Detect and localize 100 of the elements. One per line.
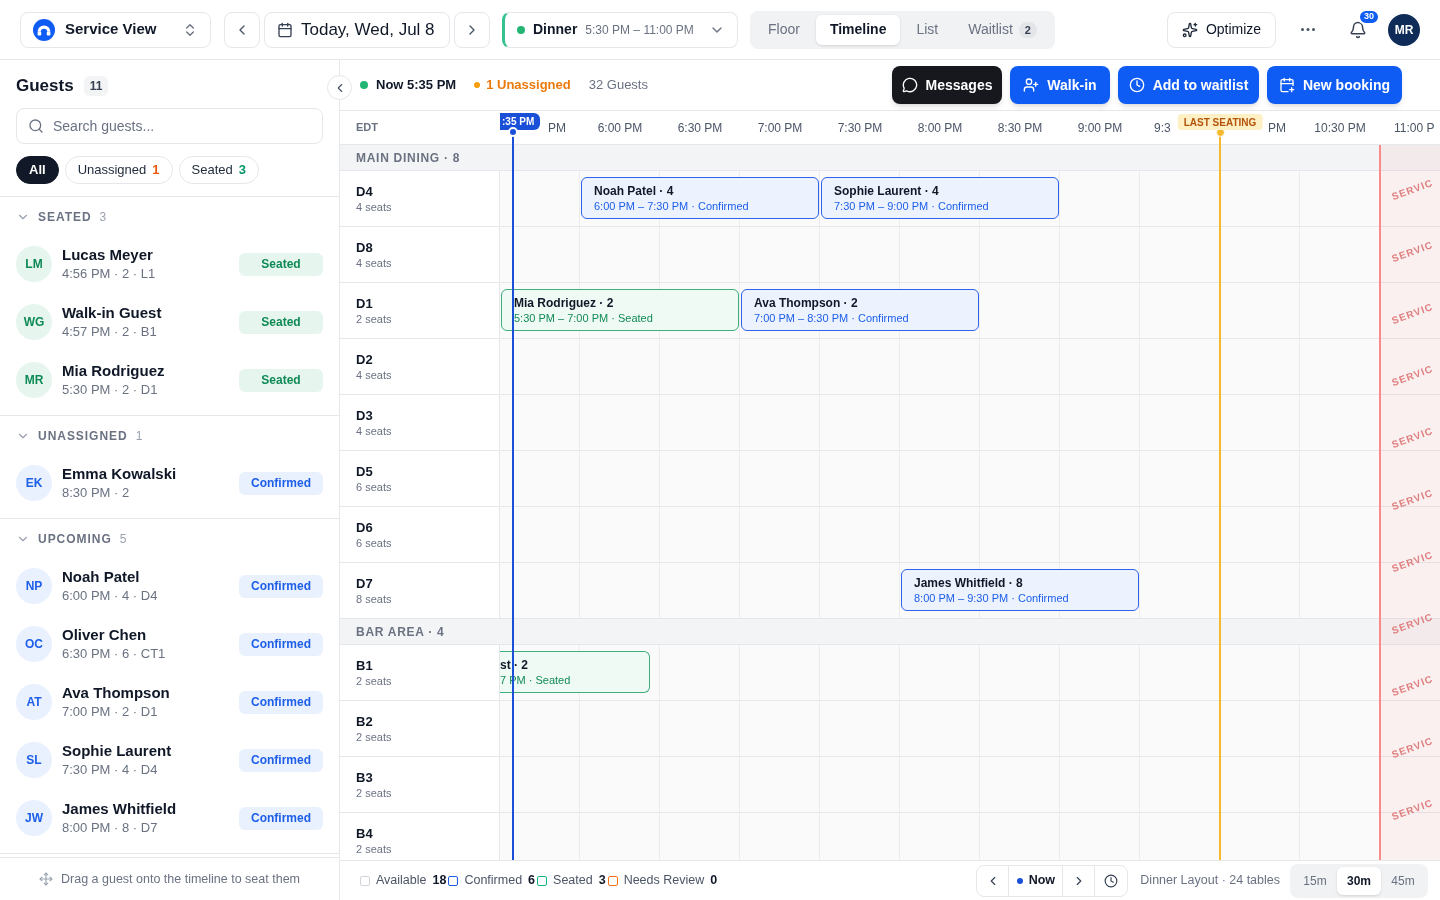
guest-name: Emma Kowalski [62, 464, 178, 484]
guest-avatar: NP [16, 568, 52, 604]
view-select[interactable]: Service View [20, 11, 211, 48]
section-header[interactable]: UNASSIGNED 1 [0, 418, 339, 454]
guest-row[interactable]: MR Mia Rodriguez 5:30 PM · 2 · D1 Seated [0, 351, 339, 409]
guest-name: Sophie Laurent [62, 741, 173, 761]
table-seats: 6 seats [356, 479, 499, 495]
guest-name: Walk-in Guest [62, 303, 163, 323]
time-slot-label: 11:00 P [1394, 119, 1435, 137]
booking-title: Sophie Laurent · 4 [834, 182, 940, 199]
time-slot-label: 7:30 PM [837, 119, 883, 137]
previous-day-button[interactable] [224, 11, 260, 48]
area-title: BAR AREA · 4 [356, 623, 445, 641]
booking-block[interactable]: Ava Thompson · 2 7:00 PM – 8:30 PM · Confirmed [741, 289, 979, 331]
date-picker[interactable]: Today, Wed, Jul 8 [264, 11, 450, 48]
time-slot-label: PM [1268, 119, 1286, 137]
next-day-button[interactable] [454, 11, 490, 48]
booking-block[interactable]: Noah Patel · 4 6:00 PM – 7:30 PM · Confirmed [581, 177, 819, 219]
time-slot-label: 8:00 PM [917, 119, 963, 137]
action-button[interactable]: Walk-in [1010, 66, 1110, 104]
guest-row[interactable]: WG Walk-in Guest 4:57 PM · 2 · B1 Seated [0, 293, 339, 351]
booking-title: James Whitfield · 8 [914, 574, 1024, 591]
booking-title: Ava Thompson · 2 [754, 294, 859, 311]
table-name: D8 [356, 238, 374, 256]
zoom-option[interactable]: 30m [1337, 866, 1381, 895]
guest-row[interactable]: NP Noah Patel 6:00 PM · 4 · D4 Confirmed [0, 557, 339, 615]
table-name: D7 [356, 574, 374, 592]
clock-icon [1104, 873, 1119, 888]
current-time: Now 5:35 PM [376, 76, 457, 95]
guest-details: 8:30 PM · 2 [62, 484, 131, 502]
booking-block[interactable]: James Whitfield · 8 8:00 PM – 9:30 PM · Confirmed [901, 569, 1139, 611]
status-pill: Confirmed [239, 471, 323, 495]
table-name: D6 [356, 518, 374, 536]
action-button[interactable]: New booking [1267, 66, 1402, 104]
calendar-icon [277, 21, 293, 38]
status-pill: Seated [239, 368, 323, 392]
table-name: D3 [356, 406, 374, 424]
view-tab[interactable]: Waitlist 2 [954, 14, 1051, 45]
time-slot-label: PM [548, 119, 566, 137]
guest-name: Lucas Meyer [62, 245, 154, 265]
guest-row[interactable]: JW James Whitfield 8:00 PM · 8 · D7 Confirmed [0, 789, 339, 847]
search-field[interactable]: Search guests... [16, 108, 323, 144]
booking-block[interactable]: Mia Rodriguez · 2 5:30 PM – 7:00 PM · Seated [501, 289, 739, 331]
action-button[interactable]: Add to waitlist [1118, 66, 1259, 104]
legend-label: Confirmed [464, 872, 523, 890]
zoom-option[interactable]: 15m [1293, 866, 1337, 895]
calendar-plus-icon [1278, 77, 1295, 93]
table-seats: 4 seats [356, 367, 499, 383]
guest-name: James Whitfield [62, 799, 178, 819]
table-name: D4 [356, 182, 374, 200]
guest-row[interactable]: AT Ava Thompson 7:00 PM · 2 · D1 Confirmed [0, 673, 339, 731]
guest-name: Oliver Chen [62, 625, 148, 645]
zoom-option[interactable]: 45m [1381, 866, 1425, 895]
guest-row[interactable]: LM Lucas Meyer 4:56 PM · 2 · L1 Seated [0, 235, 339, 293]
status-pill: Confirmed [239, 574, 323, 598]
legend-label: Needs Review [623, 872, 705, 890]
table-name: B3 [356, 768, 374, 786]
booking-title: Mia Rodriguez · 2 [514, 294, 615, 311]
table-name: B2 [356, 712, 374, 730]
shift-select[interactable]: Dinner 5:30 PM – 11:00 PM [502, 11, 738, 48]
view-tab[interactable]: Timeline [815, 14, 901, 45]
guests-title: Guests [16, 75, 74, 98]
filter-chip[interactable]: Unassigned 1 [64, 156, 173, 184]
booking-title: Noah Patel · 4 [594, 182, 675, 199]
guest-details: 7:00 PM · 2 · D1 [62, 703, 159, 721]
legend-label: Available [376, 872, 427, 890]
filter-chip[interactable]: Seated 3 [178, 156, 259, 184]
view-tab[interactable]: Floor [754, 14, 814, 45]
booking-block[interactable]: Sophie Laurent · 4 7:30 PM – 9:00 PM · Confirmed [821, 177, 1059, 219]
time-slot-label: 7:00 PM [757, 119, 803, 137]
filter-chip[interactable]: All [16, 156, 59, 184]
legend-count: 0 [710, 872, 718, 890]
guest-row[interactable]: SL Sophie Laurent 7:30 PM · 4 · D4 Confirmed [0, 731, 339, 789]
time-slot-label: 9:00 PM [1077, 119, 1123, 137]
action-button[interactable]: Messages [892, 66, 1002, 104]
guest-name: Mia Rodriguez [62, 361, 166, 381]
view-tab[interactable]: List [902, 14, 953, 45]
table-seats: 6 seats [356, 535, 499, 551]
status-pill: Seated [239, 310, 323, 334]
section-header[interactable]: SEATED 3 [0, 199, 339, 235]
booking-detail: 6:00 PM – 7:30 PM · Confirmed [594, 198, 750, 214]
section-header[interactable]: UPCOMING 5 [0, 521, 339, 557]
notification-badge: 30 [1358, 8, 1380, 25]
table-seats: 2 seats [356, 841, 499, 857]
guest-name: Ava Thompson [62, 683, 171, 703]
clock-icon [1128, 77, 1145, 93]
time-slot-label: 8:30 PM [997, 119, 1043, 137]
guest-row[interactable]: EK Emma Kowalski 8:30 PM · 2 Confirmed [0, 454, 339, 512]
guest-details: 7:30 PM · 4 · D4 [62, 761, 159, 779]
legend-count: 3 [598, 872, 606, 890]
guest-row[interactable]: OC Oliver Chen 6:30 PM · 6 · CT1 Confirmed [0, 615, 339, 673]
status-pill: Confirmed [239, 690, 323, 714]
search-icon [28, 118, 44, 134]
user-avatar[interactable]: MR [1388, 13, 1420, 46]
booking-title: st · 2 [500, 656, 529, 673]
drag-hint: Drag a guest onto the timeline to seat them [61, 870, 300, 888]
table-seats: 2 seats [356, 785, 499, 801]
booking-detail: 8:00 PM – 9:30 PM · Confirmed [914, 590, 1070, 606]
optimize-button[interactable]: Optimize [1167, 11, 1276, 48]
time-slot-label: 10:30 PM [1314, 119, 1366, 137]
